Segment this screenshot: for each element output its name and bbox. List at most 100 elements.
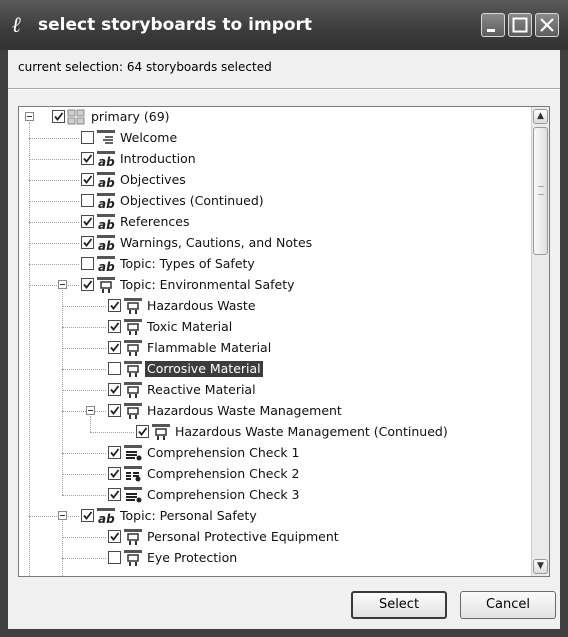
tree-row[interactable]: Flammable Material (19, 338, 533, 359)
scroll-down-button[interactable]: ▼ (533, 559, 548, 574)
tree-row[interactable]: Hazardous Waste Management (19, 401, 533, 422)
app-logo-icon: ℓ (12, 12, 22, 38)
storyboard-label[interactable]: Welcome (118, 130, 179, 146)
storyboard-label[interactable]: primary (69) (89, 109, 172, 125)
storyboard-label[interactable]: Corrosive Material (145, 361, 263, 377)
select-button[interactable]: Select (351, 591, 447, 619)
storyboard-checkbox[interactable] (136, 425, 149, 438)
tree-row[interactable]: ab Warnings, Cautions, and Notes (19, 233, 533, 254)
quiz-list-icon (123, 444, 143, 462)
storyboard-checkbox[interactable] (108, 383, 121, 396)
storyboard-label[interactable]: Reactive Material (145, 382, 258, 398)
collapse-toggle[interactable] (25, 112, 34, 121)
text-ab-icon: ab (96, 255, 116, 274)
media-page-icon (151, 423, 171, 441)
storyboard-checkbox[interactable] (108, 551, 121, 564)
tree-row[interactable]: Personal Protective Equipment (19, 527, 533, 548)
storyboard-label[interactable]: Comprehension Check 1 (145, 445, 301, 461)
storyboard-checkbox[interactable] (81, 215, 94, 228)
tree-row[interactable]: ab References (19, 212, 533, 233)
storyboard-checkbox[interactable] (108, 299, 121, 312)
storyboard-checkbox[interactable] (81, 278, 94, 291)
storyboard-label[interactable]: Objectives (Continued) (118, 193, 266, 209)
tree-row[interactable]: Eye Protection (19, 548, 533, 569)
scroll-up-button[interactable]: ▲ (533, 109, 548, 124)
tree-root-row[interactable]: primary (69) (19, 107, 533, 128)
tree-row[interactable]: Reactive Material (19, 380, 533, 401)
storyboard-label[interactable]: References (118, 214, 191, 230)
close-button[interactable] (535, 13, 559, 37)
tree-row[interactable]: Comprehension Check 1 (19, 443, 533, 464)
collapse-toggle[interactable] (86, 406, 95, 415)
tree-row[interactable]: ab Topic: Personal Safety (19, 506, 533, 527)
storyboard-label[interactable]: Topic: Environmental Safety (118, 277, 297, 293)
storyboard-checkbox[interactable] (81, 236, 94, 249)
storyboard-label[interactable]: Comprehension Check 3 (145, 487, 301, 503)
storyboard-checkbox[interactable] (108, 320, 121, 333)
storyboard-label[interactable]: Toxic Material (145, 319, 234, 335)
storyboard-label[interactable]: Hazardous Waste (145, 298, 258, 314)
storyboard-label[interactable]: Hazardous Waste Management (Continued) (173, 424, 450, 440)
cancel-button[interactable]: Cancel (460, 591, 556, 619)
storyboard-checkbox[interactable] (108, 341, 121, 354)
minimize-button[interactable] (481, 13, 505, 37)
maximize-button[interactable] (508, 13, 532, 37)
maximize-icon (512, 17, 528, 33)
storyboard-checkbox[interactable] (108, 530, 121, 543)
storyboard-label[interactable]: Topic: Types of Safety (118, 256, 257, 272)
storyboard-checkbox[interactable] (81, 194, 94, 207)
tree-row[interactable]: Comprehension Check 3 (19, 485, 533, 506)
scroll-thumb[interactable] (533, 127, 548, 255)
storyboard-checkbox[interactable] (108, 404, 121, 417)
media-page-icon (123, 549, 143, 567)
tree-row[interactable]: Hazardous Waste Management (Continued) (19, 422, 533, 443)
tree-row[interactable]: ab Introduction (19, 149, 533, 170)
tree-row[interactable]: ab Objectives (19, 170, 533, 191)
storyboard-checkbox[interactable] (108, 362, 121, 375)
import-dialog: ℓ select storyboards to import current s… (0, 0, 568, 637)
folder-grid-icon (67, 108, 87, 126)
vertical-scrollbar[interactable]: ▲ ▼ (531, 107, 549, 576)
tree-connector (90, 416, 91, 432)
storyboard-label[interactable]: Introduction (118, 151, 198, 167)
storyboard-checkbox[interactable] (81, 173, 94, 186)
svg-text:ab: ab (98, 239, 115, 252)
media-page-icon (123, 297, 143, 315)
storyboard-tree[interactable]: primary (69) Welcome ab Introduction ab Objec… (18, 106, 550, 577)
media-page-icon (123, 360, 143, 378)
media-page-icon (96, 276, 116, 294)
tree-row[interactable]: Corrosive Material (19, 359, 533, 380)
tree-row[interactable]: Comprehension Check 2 (19, 464, 533, 485)
storyboard-checkbox[interactable] (81, 509, 94, 522)
title-bar[interactable]: ℓ select storyboards to import (0, 0, 568, 50)
storyboard-label[interactable]: Hazardous Waste Management (145, 403, 344, 419)
storyboard-label[interactable]: Flammable Material (145, 340, 273, 356)
storyboard-label[interactable]: Comprehension Check 2 (145, 466, 301, 482)
storyboard-label[interactable]: Eye Protection (145, 550, 239, 566)
storyboard-checkbox[interactable] (81, 152, 94, 165)
storyboard-checkbox[interactable] (52, 110, 65, 123)
storyboard-checkbox[interactable] (81, 257, 94, 270)
text-ab-icon: ab (96, 213, 116, 232)
tree-row[interactable]: Topic: Environmental Safety (19, 275, 533, 296)
collapse-toggle[interactable] (58, 280, 67, 289)
storyboard-checkbox[interactable] (108, 488, 121, 501)
storyboard-label[interactable]: Topic: Personal Safety (118, 508, 259, 524)
storyboard-label[interactable]: Warnings, Cautions, and Notes (118, 235, 314, 251)
tree-row[interactable]: ab Objectives (Continued) (19, 191, 533, 212)
tree-row[interactable]: Welcome (19, 128, 533, 149)
text-ab-icon: ab (96, 234, 116, 253)
tree-row[interactable]: Hazardous Waste (19, 296, 533, 317)
storyboard-checkbox[interactable] (81, 131, 94, 144)
storyboard-label[interactable]: Objectives (118, 172, 188, 188)
tree-row[interactable]: ab Topic: Types of Safety (19, 254, 533, 275)
text-ab-icon: ab (96, 150, 116, 169)
collapse-toggle[interactable] (58, 511, 67, 520)
text-ab-icon: ab (96, 507, 116, 526)
media-page-icon (123, 528, 143, 546)
storyboard-label[interactable]: Personal Protective Equipment (145, 529, 341, 545)
storyboard-checkbox[interactable] (108, 446, 121, 459)
media-page-icon (123, 381, 143, 399)
storyboard-checkbox[interactable] (108, 467, 121, 480)
tree-row[interactable]: Toxic Material (19, 317, 533, 338)
